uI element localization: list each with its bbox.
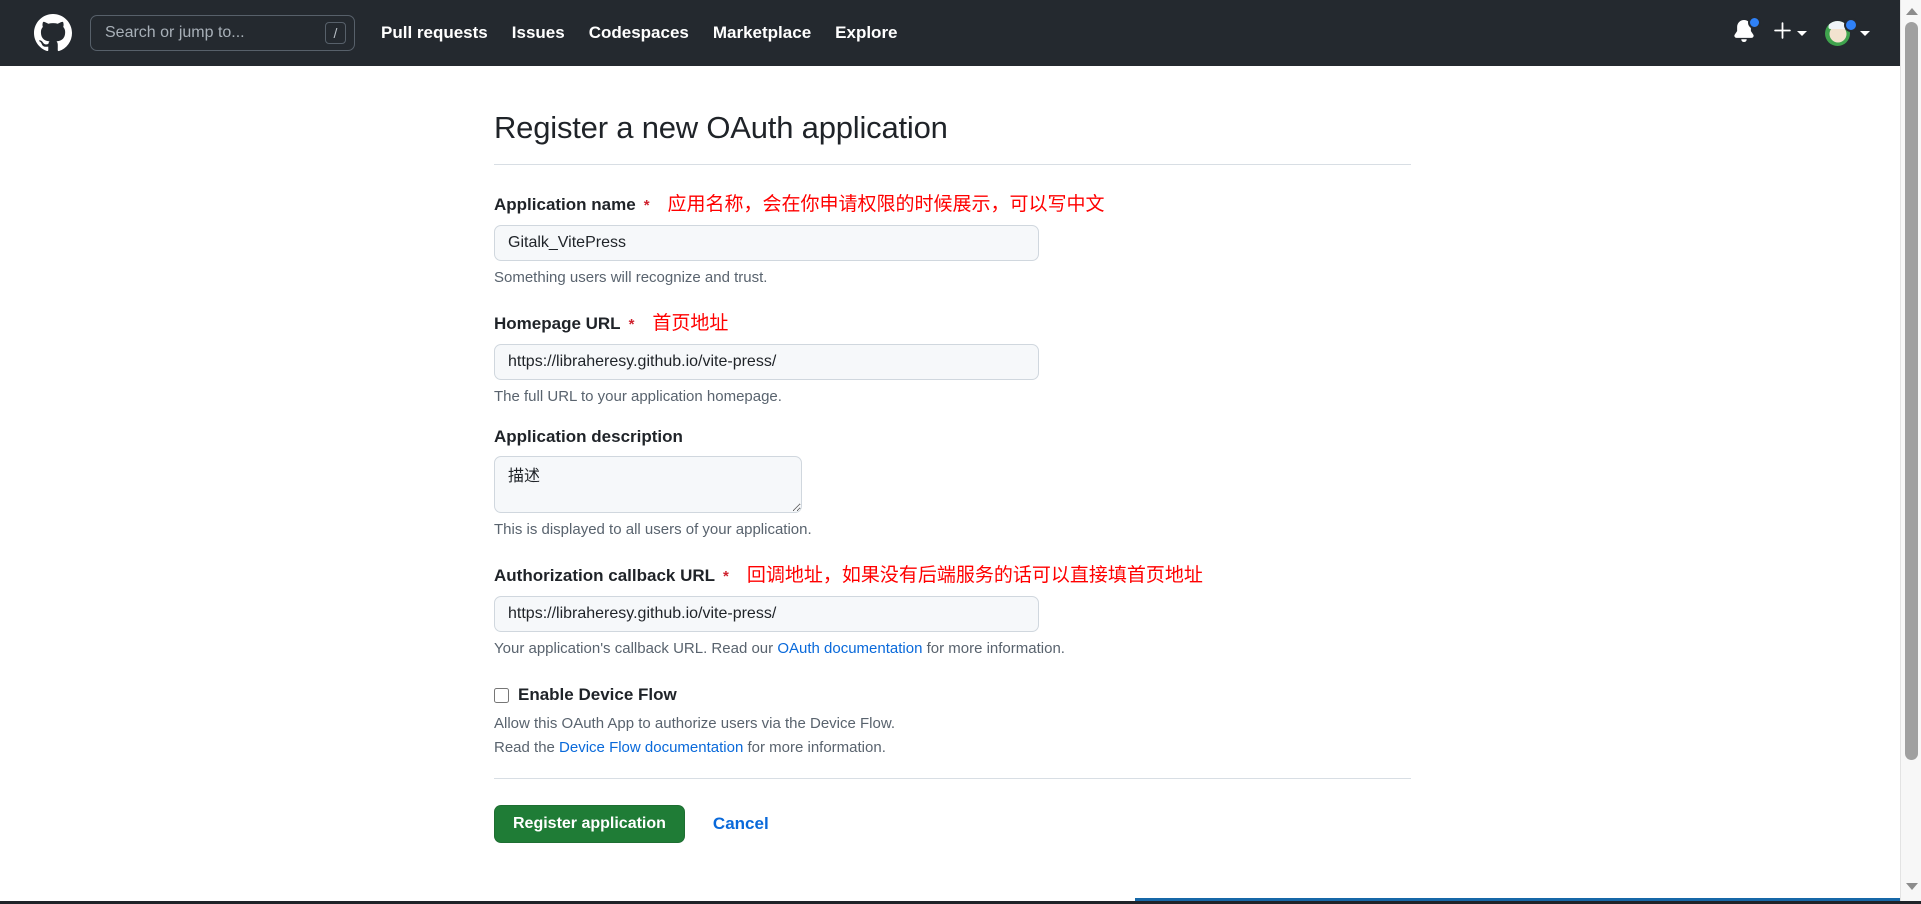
plus-icon: [1773, 21, 1792, 45]
oauth-documentation-link[interactable]: OAuth documentation: [777, 640, 922, 657]
callback-url-label: Authorization callback URL: [494, 566, 716, 585]
bottom-accent-bar: [1135, 898, 1900, 901]
application-name-label: Application name: [494, 195, 636, 214]
required-marker: *: [723, 568, 729, 585]
device-flow-checkbox-row[interactable]: Enable Device Flow: [494, 685, 1411, 705]
application-description-label: Application description: [494, 427, 683, 446]
annotation-homepage-url: 首页地址: [652, 312, 729, 334]
device-flow-help-line-1: Allow this OAuth App to authorize users …: [494, 715, 896, 732]
application-description-help: This is displayed to all users of your a…: [494, 521, 812, 538]
field-device-flow: Enable Device Flow Allow this OAuth App …: [494, 685, 1411, 756]
chevron-down-icon: [1797, 30, 1807, 36]
nav-item-issues[interactable]: Issues: [512, 23, 565, 43]
main-content: Register a new OAuth application Applica…: [0, 66, 1900, 843]
vertical-scrollbar[interactable]: [1900, 0, 1921, 901]
field-callback-url: Authorization callback URL * 回调地址，如果没有后端…: [494, 560, 1411, 657]
required-marker: *: [643, 197, 650, 214]
device-flow-checkbox[interactable]: [494, 687, 509, 703]
form-actions: Register application Cancel: [494, 805, 1411, 843]
required-marker: *: [628, 316, 635, 333]
search-container: /: [90, 15, 355, 51]
browser-page: / Pull requests Issues Codespaces Market…: [0, 0, 1921, 904]
application-name-input[interactable]: [494, 225, 1039, 261]
nav-item-pull-requests[interactable]: Pull requests: [381, 23, 488, 43]
device-flow-help-line-2: Read the Device Flow documentation for m…: [494, 739, 1411, 756]
nav-item-codespaces[interactable]: Codespaces: [589, 23, 689, 43]
page-title: Register a new OAuth application: [494, 110, 948, 145]
homepage-url-input[interactable]: [494, 344, 1039, 380]
scroll-down-button[interactable]: [1901, 877, 1921, 895]
oauth-registration-form: Register a new OAuth application Applica…: [494, 66, 1411, 843]
field-application-name: Application name * 应用名称，会在你申请权限的时候展示，可以写…: [494, 189, 1411, 286]
avatar-wrap: [1825, 17, 1858, 46]
nav-item-marketplace[interactable]: Marketplace: [713, 23, 811, 43]
chevron-up-icon: [1905, 7, 1918, 15]
title-divider: [494, 164, 1411, 165]
nav-item-explore[interactable]: Explore: [835, 23, 897, 43]
label-row: Authorization callback URL * 回调地址，如果没有后端…: [494, 560, 1411, 587]
homepage-url-help: The full URL to your application homepag…: [494, 388, 782, 405]
label-row: Application name * 应用名称，会在你申请权限的时候展示，可以写…: [494, 189, 1411, 216]
application-name-help: Something users will recognize and trust…: [494, 269, 768, 286]
annotation-application-name: 应用名称，会在你申请权限的时候展示，可以写中文: [667, 193, 1105, 215]
header-right-actions: [1733, 15, 1878, 47]
notification-unread-indicator: [1748, 15, 1761, 29]
avatar-status-indicator: [1844, 17, 1858, 32]
field-application-description: Application description 描述 This is displ…: [494, 427, 1411, 538]
device-flow-label: Enable Device Flow: [518, 685, 677, 704]
scrollbar-thumb[interactable]: [1905, 22, 1918, 760]
search-input[interactable]: [90, 15, 355, 51]
github-logo-icon[interactable]: [34, 14, 72, 52]
register-application-button[interactable]: Register application: [494, 805, 685, 843]
label-row: Homepage URL * 首页地址: [494, 308, 1411, 335]
github-global-header: / Pull requests Issues Codespaces Market…: [0, 0, 1900, 66]
actions-divider: [494, 778, 1411, 779]
application-description-textarea[interactable]: 描述: [494, 456, 802, 513]
label-row: Application description: [494, 427, 1411, 447]
callback-help-suffix: for more information.: [922, 640, 1065, 657]
account-menu-button[interactable]: [1825, 17, 1870, 46]
chevron-down-icon: [1905, 882, 1918, 890]
chevron-down-icon: [1860, 30, 1870, 36]
field-homepage-url: Homepage URL * 首页地址 The full URL to your…: [494, 308, 1411, 405]
scroll-up-button[interactable]: [1901, 2, 1921, 20]
create-new-button[interactable]: [1773, 21, 1807, 45]
cancel-link[interactable]: Cancel: [713, 814, 769, 834]
callback-help-prefix: Your application's callback URL. Read ou…: [494, 640, 778, 657]
search-shortcut-badge: /: [325, 22, 346, 44]
global-nav: Pull requests Issues Codespaces Marketpl…: [381, 23, 898, 43]
callback-url-input[interactable]: [494, 596, 1039, 632]
callback-url-help: Your application's callback URL. Read ou…: [494, 640, 1411, 657]
device-help-prefix: Read the: [494, 739, 560, 756]
annotation-callback-url: 回调地址，如果没有后端服务的话可以直接填首页地址: [746, 564, 1203, 586]
device-help-suffix: for more information.: [743, 739, 886, 756]
notifications-button[interactable]: [1733, 15, 1761, 47]
homepage-url-label: Homepage URL: [494, 314, 621, 333]
device-flow-documentation-link[interactable]: Device Flow documentation: [559, 739, 743, 756]
